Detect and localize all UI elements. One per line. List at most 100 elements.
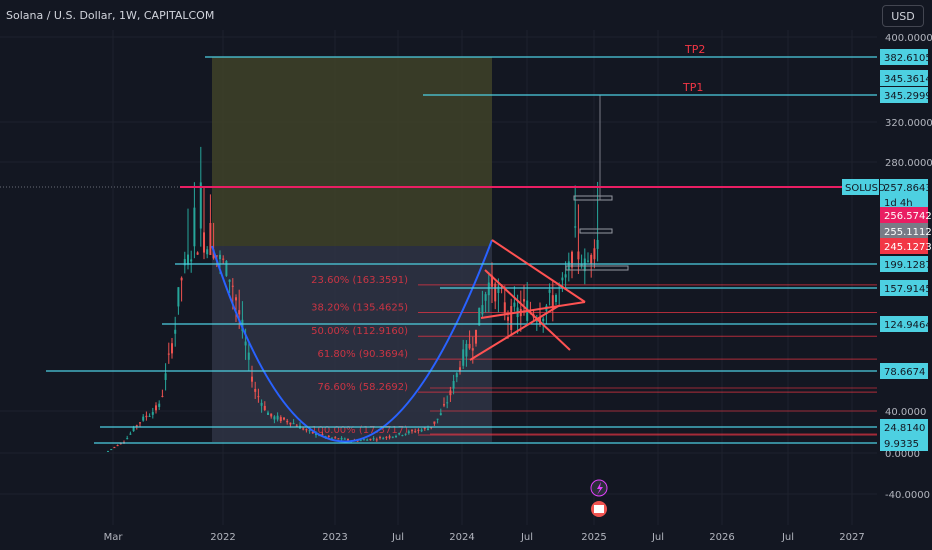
candle-body <box>363 439 365 441</box>
candle-body <box>135 425 138 427</box>
candle-body <box>593 248 596 260</box>
candle-body <box>484 294 487 301</box>
candle-body <box>155 405 157 411</box>
candle-body <box>263 405 266 411</box>
price-badge: 345.3614 <box>880 70 932 86</box>
target-label: TP1 <box>682 81 703 94</box>
candle-body <box>420 429 423 432</box>
candle-body <box>407 431 410 434</box>
candle-body <box>555 294 557 302</box>
candle-body <box>228 279 231 282</box>
candle-body <box>171 343 173 354</box>
candle-body <box>372 438 375 440</box>
candle-body <box>347 438 349 441</box>
candle-body <box>455 373 458 378</box>
x-tick-label: 2023 <box>322 532 347 543</box>
candle-body <box>238 310 241 315</box>
candle-body <box>110 449 113 451</box>
price-badge-value: 157.9145 <box>884 284 932 295</box>
candle-body <box>577 251 580 260</box>
candle-body <box>548 289 551 293</box>
candle-body <box>401 435 404 437</box>
candle-body <box>564 274 567 278</box>
candle-body <box>199 182 202 229</box>
x-tick-label: Mar <box>104 532 124 543</box>
candle-body <box>305 429 308 431</box>
candle-body <box>503 302 506 313</box>
calendar-glyph-icon <box>594 505 604 513</box>
candle-body <box>190 259 193 262</box>
candle-body <box>359 440 362 442</box>
candle-body <box>366 439 369 441</box>
fib-label: 50.00% (112.9160) <box>311 326 408 337</box>
candle-body <box>203 232 205 253</box>
candle-body <box>196 252 199 255</box>
candle-body <box>481 305 484 315</box>
candle-body <box>177 287 180 307</box>
candle-body <box>244 341 247 346</box>
x-tick-label: 2026 <box>709 532 734 543</box>
candle-body <box>151 412 154 415</box>
candle-body <box>257 396 260 398</box>
candle-body <box>446 402 449 404</box>
candle-body <box>439 413 442 416</box>
candle-body <box>510 306 513 330</box>
candle-body <box>254 388 257 392</box>
candle-body <box>283 417 285 420</box>
price-badge-value: 382.6105 <box>884 53 932 64</box>
candle-body <box>270 413 273 417</box>
candle-body <box>337 438 340 440</box>
fib-label: 61.80% (90.3694) <box>318 349 409 360</box>
candle-body <box>427 428 429 431</box>
price-badge-value: 256.5742 <box>884 211 932 222</box>
candle-body <box>273 416 276 420</box>
y-tick-label: 40.0000 <box>885 407 926 418</box>
chart-svg[interactable]: 23.60% (163.3591) 38.20% (135.4625) 50.00%… <box>0 0 932 550</box>
candle-body <box>574 226 577 228</box>
price-badge-value: 255.1112 <box>884 227 932 238</box>
x-tick-label: Jul <box>651 532 664 543</box>
candle-body <box>411 430 413 432</box>
y-tick-label: -40.0000 <box>885 490 930 501</box>
x-tick-label: 2025 <box>581 532 606 543</box>
x-tick-label: 2027 <box>839 532 864 543</box>
upper-zone <box>212 57 492 246</box>
x-tick-label: Jul <box>781 532 794 543</box>
candle-body <box>343 438 346 440</box>
candle-body <box>513 302 516 307</box>
candle-body <box>475 329 477 344</box>
candle-body <box>571 251 573 268</box>
candle-body <box>180 277 183 281</box>
candle-body <box>308 430 311 432</box>
candle-body <box>388 436 391 438</box>
price-badge-value: 345.2999 <box>884 91 932 102</box>
candle-body <box>225 261 228 276</box>
chart-root: Solana / U.S. Dollar, 1W, CAPITALCOM USD… <box>0 0 932 550</box>
candle-body <box>116 445 119 447</box>
candle-body <box>206 249 209 255</box>
candle-body <box>331 437 333 439</box>
candle-body <box>379 437 381 439</box>
y-tick-label: 280.0000 <box>885 158 932 169</box>
candle-body <box>142 416 145 421</box>
price-badge: 9.9335 <box>880 435 928 451</box>
price-badge-value: 124.9464 <box>884 320 932 331</box>
candle-body <box>126 438 129 440</box>
candle-body <box>478 307 481 326</box>
price-badge-value: 199.1287 <box>884 260 932 271</box>
price-badge-value: 78.6674 <box>884 367 925 378</box>
candle-body <box>583 258 586 272</box>
price-badge-value: 9.9335 <box>884 439 919 450</box>
candle-body <box>414 431 417 433</box>
candle-body <box>395 435 397 437</box>
candle-body <box>590 254 593 264</box>
candle-body <box>107 450 109 452</box>
candle-body <box>251 376 253 382</box>
candle-body <box>161 395 164 397</box>
candle-body <box>462 349 465 366</box>
candle-body <box>471 348 474 351</box>
candle-body <box>148 415 151 417</box>
x-tick-label: 2022 <box>210 532 235 543</box>
candle-body <box>449 390 452 396</box>
candle-body <box>193 207 196 247</box>
